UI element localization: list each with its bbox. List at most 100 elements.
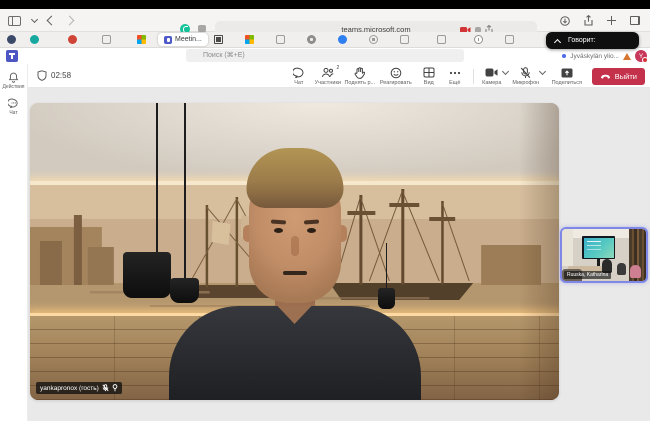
sidebar-item-activity[interactable]: Действия — [0, 72, 27, 90]
more-button-label: Ещё — [449, 79, 461, 86]
participant-name: yankapronox (гость) — [40, 384, 99, 392]
more-button[interactable]: Ещё — [442, 67, 468, 86]
raise-hand-button-label: Поднять р... — [344, 79, 376, 86]
pinned-tab-grid[interactable] — [213, 35, 223, 44]
screen-share-icon — [561, 67, 573, 79]
pinned-tab-outline-5[interactable] — [504, 35, 514, 44]
new-tab-icon[interactable] — [607, 16, 616, 25]
search-input[interactable] — [186, 49, 464, 62]
teams-favicon — [164, 35, 172, 44]
speaking-indicator-pill[interactable]: Говорит: — [546, 32, 639, 49]
sidebar-item-label: Действия — [2, 84, 25, 90]
pinned-tab-outline-2[interactable] — [275, 35, 285, 44]
chevron-down-icon[interactable] — [30, 15, 39, 24]
camera-button[interactable]: Камера — [479, 67, 505, 86]
share-screen-button[interactable]: Поделиться — [547, 67, 587, 86]
person-hair — [246, 148, 343, 208]
sidebar-icon[interactable] — [8, 15, 21, 26]
pinned-tab-clock[interactable] — [473, 35, 483, 44]
person-eye — [273, 228, 283, 233]
participant-video-person — [30, 103, 559, 400]
microphone-button-label: Микрофон — [512, 79, 540, 86]
microphone-chevron[interactable] — [538, 64, 546, 88]
browser-toolbar: teams.microsoft.com — [0, 9, 650, 38]
view-button-label: Вид — [423, 79, 434, 86]
more-ellipsis-icon — [449, 67, 461, 79]
pinned-tab-microsoft-2[interactable] — [244, 35, 254, 44]
pinned-tab-red[interactable] — [68, 35, 77, 44]
app-rail: Действия Чат — [0, 64, 28, 421]
thumb-window — [562, 229, 573, 266]
microphone-button[interactable]: Микрофон — [510, 66, 542, 86]
forward-icon[interactable] — [64, 15, 75, 26]
react-smiley-icon — [390, 67, 402, 79]
warning-triangle-icon[interactable] — [623, 52, 631, 60]
thumb-tv — [582, 236, 615, 259]
chevron-up-icon — [553, 38, 562, 46]
raise-hand-button[interactable]: Поднять р... — [344, 66, 376, 86]
react-button[interactable]: Реагировать — [376, 67, 416, 86]
pinned-tab-outline-1[interactable] — [102, 35, 111, 44]
back-icon[interactable] — [46, 15, 57, 26]
pinned-tab-outline-3[interactable] — [399, 35, 409, 44]
bell-icon — [8, 72, 19, 83]
pinned-tab-gear[interactable] — [306, 35, 316, 44]
thumb-tv-stand — [597, 259, 600, 266]
camera-chevron[interactable] — [501, 64, 509, 88]
main-video-tile[interactable]: yankapronox (гость) — [30, 103, 559, 400]
chat-button[interactable]: Чат — [286, 67, 312, 86]
thumbnail-video-tile[interactable]: Ruuska, Katharina — [560, 227, 648, 283]
teams-meeting-window: teams.microsoft.com Meetin... Говорит: П… — [0, 0, 650, 421]
participants-button[interactable]: 2 Участники — [312, 65, 344, 86]
person-eye — [306, 228, 316, 233]
camera-on-icon — [485, 67, 498, 79]
hang-up-icon — [600, 74, 610, 79]
person-beard — [252, 255, 338, 313]
pinned-tab-teal[interactable] — [30, 35, 39, 44]
thumbnail-name: Ruuska, Katharina — [564, 271, 612, 279]
camera-button-label: Камера — [482, 79, 502, 86]
active-tab-label: Meetin... — [175, 36, 202, 43]
mic-muted-icon — [520, 66, 531, 79]
tab-overview-icon[interactable] — [630, 16, 640, 25]
speaking-label: Говорит: — [568, 37, 596, 44]
thumb-person — [617, 263, 626, 275]
org-name: Jyväskylän ylio... — [570, 52, 619, 60]
view-button[interactable]: Вид — [416, 67, 442, 86]
avatar[interactable]: Y — [635, 50, 648, 63]
thumb-person — [630, 265, 641, 278]
chat-button-label: Чат — [294, 79, 304, 86]
pinned-tab-outline-4[interactable] — [436, 35, 446, 44]
person-shirt — [168, 306, 421, 400]
person-mouth — [282, 271, 307, 275]
timer-shield-icon — [37, 70, 47, 81]
chat-bubble-icon — [8, 98, 18, 109]
participants-button-label: Участники — [314, 79, 341, 86]
mic-muted-icon — [102, 384, 109, 392]
react-button-label: Реагировать — [379, 79, 412, 86]
share-icon[interactable] — [584, 15, 593, 26]
thumb-tv-screen — [583, 237, 614, 258]
screen-top-strip — [0, 0, 650, 9]
pinned-tab-blue[interactable] — [337, 35, 347, 44]
participant-name-pill: yankapronox (гость) — [36, 382, 122, 394]
teams-logo-icon[interactable] — [6, 50, 18, 62]
active-tab-meeting[interactable]: Meetin... — [158, 33, 208, 46]
teams-header: Jyväskylän ylio... Y — [0, 48, 650, 64]
pinned-tab-microsoft-1[interactable] — [137, 35, 146, 44]
people-icon: 2 — [321, 65, 339, 79]
view-grid-icon — [423, 67, 435, 79]
chat-icon — [292, 67, 305, 79]
pinned-tab-globe[interactable] — [7, 35, 16, 44]
status-dot-icon — [562, 54, 567, 58]
meeting-toolbar: 02:58 Чат 2 Участники Поднять р... Реаги… — [28, 64, 650, 88]
raise-hand-icon — [354, 66, 366, 79]
leave-button[interactable]: Выйти — [591, 67, 645, 85]
downloads-icon[interactable] — [560, 15, 570, 26]
pinned-tab-star[interactable] — [368, 35, 378, 44]
pin-icon — [112, 384, 118, 392]
sidebar-item-label: Чат — [9, 110, 18, 116]
timer-text: 02:58 — [51, 71, 72, 80]
sidebar-item-chat[interactable]: Чат — [0, 98, 27, 116]
participant-count-badge: 2 — [336, 64, 340, 71]
